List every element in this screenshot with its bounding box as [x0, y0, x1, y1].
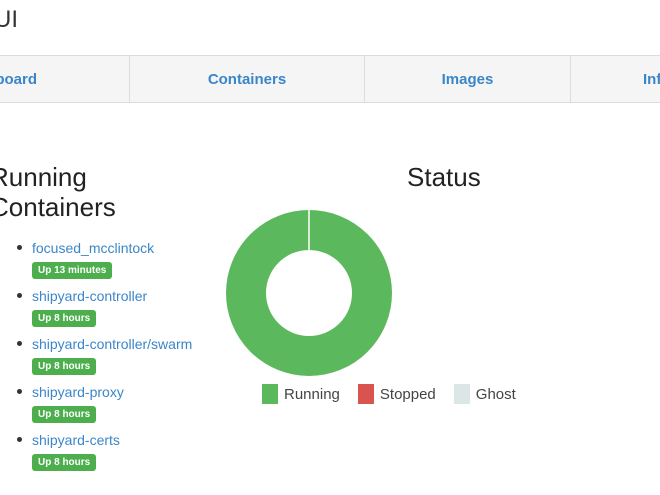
legend-swatch-ghost [453, 384, 470, 404]
nav-info[interactable]: Info [571, 56, 660, 102]
nav-images[interactable]: Images [365, 56, 571, 102]
container-link[interactable]: shipyard-certs [32, 428, 204, 452]
list-item: shipyard-controller/swarm Up 8 hours [14, 332, 204, 377]
nav-containers[interactable]: Containers [130, 56, 365, 102]
bullet-icon [17, 245, 22, 250]
legend-label-running: Running [284, 385, 340, 403]
list-item: focused_mcclintock Up 13 minutes [14, 236, 204, 281]
uptime-badge: Up 13 minutes [32, 262, 113, 279]
legend-entry-ghost[interactable]: Ghost [453, 384, 516, 404]
bullet-icon [17, 293, 22, 298]
uptime-badge: Up 8 hours [32, 406, 97, 423]
page: UI Dashboard Containers Images Info Runn… [0, 0, 660, 495]
legend-label-stopped: Stopped [379, 385, 436, 403]
running-containers-title: Running Containers [0, 162, 116, 222]
legend-swatch-running [262, 384, 278, 404]
container-link[interactable]: shipyard-controller/swarm [32, 332, 204, 356]
running-containers-list: focused_mcclintock Up 13 minutes shipyar… [14, 236, 204, 476]
list-item: shipyard-certs Up 8 hours [14, 428, 204, 473]
uptime-badge: Up 8 hours [32, 358, 97, 375]
app-title: UI [0, 6, 18, 33]
main-navbar: Dashboard Containers Images Info [0, 55, 660, 103]
status-legend: Running Stopped Ghost [262, 384, 534, 404]
bullet-icon [17, 341, 22, 346]
legend-swatch-stopped [357, 384, 374, 404]
container-link[interactable]: shipyard-controller [32, 284, 204, 308]
container-link[interactable]: focused_mcclintock [32, 236, 204, 260]
legend-label-ghost: Ghost [475, 385, 516, 403]
status-donut-chart [226, 210, 392, 376]
bullet-icon [17, 389, 22, 394]
status-title: Status [407, 162, 481, 192]
legend-entry-stopped[interactable]: Stopped [357, 384, 436, 404]
container-link[interactable]: shipyard-proxy [32, 380, 204, 404]
uptime-badge: Up 8 hours [32, 310, 97, 327]
legend-entry-running[interactable]: Running [262, 384, 340, 404]
uptime-badge: Up 8 hours [32, 454, 97, 471]
nav-dashboard[interactable]: Dashboard [0, 56, 130, 102]
list-item: shipyard-proxy Up 8 hours [14, 380, 204, 425]
bullet-icon [17, 437, 22, 442]
list-item: shipyard-controller Up 8 hours [14, 284, 204, 329]
